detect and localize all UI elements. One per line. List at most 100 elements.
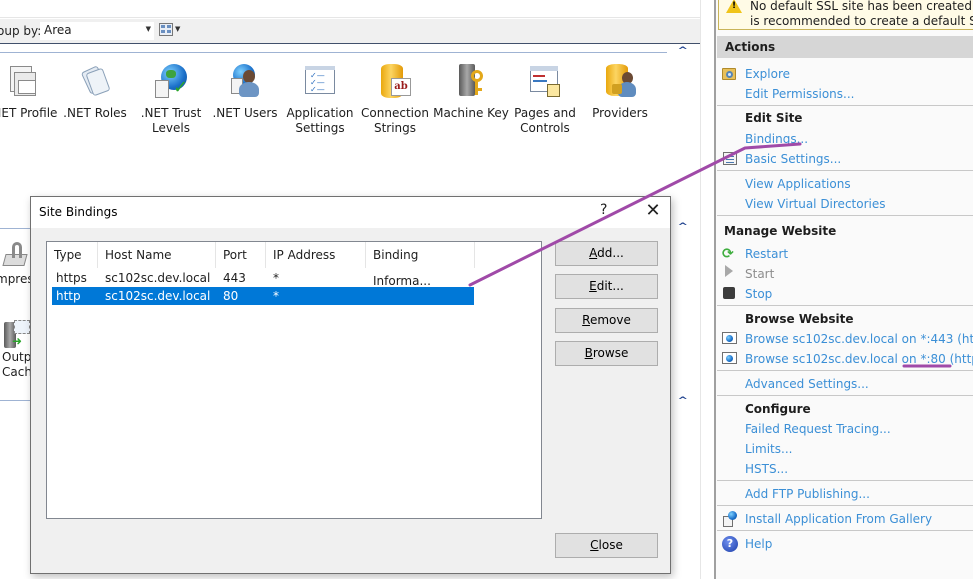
install-from-gallery-link[interactable]: Install Application From Gallery xyxy=(745,512,932,526)
limits-link[interactable]: Limits... xyxy=(745,442,792,456)
column-header-ip-address[interactable]: IP Address xyxy=(266,242,366,268)
section-divider xyxy=(717,170,973,171)
dialog-title: Site Bindings xyxy=(39,205,118,219)
column-header-host-name[interactable]: Host Name xyxy=(98,242,216,268)
edit-binding-button[interactable]: Edit... xyxy=(555,274,658,299)
start-icon xyxy=(725,265,733,277)
column-header-type[interactable]: Type xyxy=(47,242,98,268)
restart-icon: ⟳ xyxy=(722,246,734,262)
feature-application-settings[interactable]: ✓— ✓— ✓— Application Settings xyxy=(282,64,358,136)
basic-settings-link[interactable]: Basic Settings... xyxy=(745,152,841,166)
actions-pane: ! No default SSL site has been created. … xyxy=(715,0,973,579)
edit-permissions-link[interactable]: Edit Permissions... xyxy=(745,87,854,101)
net-users-icon xyxy=(227,64,263,100)
actions-header: Actions xyxy=(717,36,973,58)
pages-controls-icon xyxy=(527,64,563,100)
bindings-list[interactable]: Type Host Name Port IP Address Binding I… xyxy=(46,241,542,519)
dialog-titlebar[interactable]: Site Bindings ? ✕ xyxy=(31,197,670,228)
close-icon[interactable]: ✕ xyxy=(641,199,665,223)
stop-icon xyxy=(723,287,735,299)
column-header-port[interactable]: Port xyxy=(216,242,266,268)
help-icon: ? xyxy=(722,536,738,552)
binding-row[interactable]: https sc102sc.dev.local 443 * xyxy=(52,269,474,287)
net-profile-icon xyxy=(6,64,42,100)
failed-request-tracing-link[interactable]: Failed Request Tracing... xyxy=(745,422,891,436)
remove-binding-button[interactable]: Remove xyxy=(555,308,658,333)
column-header-binding-information[interactable]: Binding Informa... xyxy=(366,242,475,288)
section-divider xyxy=(717,370,973,371)
manage-website-heading: Manage Website xyxy=(724,224,837,238)
section-divider xyxy=(717,305,973,306)
edit-site-heading: Edit Site xyxy=(745,111,803,125)
group-by-label: oup by: xyxy=(0,24,42,38)
application-settings-icon: ✓— ✓— ✓— xyxy=(302,64,338,100)
pane-splitter[interactable] xyxy=(700,0,715,579)
stop-link[interactable]: Stop xyxy=(745,287,772,301)
advanced-settings-link[interactable]: Advanced Settings... xyxy=(745,377,869,391)
binding-host: sc102sc.dev.local xyxy=(105,271,211,285)
group-by-toolbar: oup by: Area ▼ ▼ xyxy=(0,19,700,44)
collapse-group-icon[interactable]: ^ xyxy=(677,396,688,406)
net-trust-levels-icon: ✓ xyxy=(153,64,189,100)
help-button[interactable]: ? xyxy=(600,202,607,218)
connection-strings-icon: ab xyxy=(377,64,413,100)
chevron-down-icon: ▼ xyxy=(145,25,151,33)
close-dialog-button[interactable]: Close xyxy=(555,533,658,558)
feature-net-profile[interactable]: .NET Profile xyxy=(0,64,62,121)
group-separator xyxy=(0,52,667,53)
machine-key-icon xyxy=(453,64,489,100)
basic-settings-icon xyxy=(722,151,738,167)
collapse-group-icon[interactable]: ^ xyxy=(677,46,688,56)
explore-link[interactable]: Explore xyxy=(745,67,790,81)
restart-link[interactable]: Restart xyxy=(745,247,788,261)
view-grid-icon xyxy=(159,23,173,36)
feature-providers[interactable]: Providers xyxy=(582,64,658,121)
configure-heading: Configure xyxy=(745,402,811,416)
section-divider xyxy=(717,480,973,481)
collapse-group-icon[interactable]: ^ xyxy=(677,222,688,232)
binding-type: https xyxy=(56,271,87,285)
browse-http-link[interactable]: Browse sc102sc.dev.local on *:80 (http) xyxy=(745,352,973,366)
binding-ip: * xyxy=(273,289,279,303)
view-mode-button[interactable]: ▼ xyxy=(158,22,182,39)
warning-icon: ! xyxy=(726,0,742,13)
binding-port: 80 xyxy=(223,289,239,303)
feature-net-trust-levels[interactable]: ✓ .NET Trust Levels xyxy=(133,64,209,136)
browse-globe-icon xyxy=(722,351,738,367)
feature-net-users[interactable]: .NET Users xyxy=(207,64,283,121)
feature-net-roles[interactable]: .NET Roles xyxy=(57,64,133,121)
browse-website-heading: Browse Website xyxy=(745,312,854,326)
browse-globe-icon xyxy=(722,331,738,347)
add-ftp-publishing-link[interactable]: Add FTP Publishing... xyxy=(745,487,870,501)
net-roles-icon xyxy=(77,64,113,100)
feature-compression[interactable]: mpres xyxy=(0,240,34,287)
section-divider xyxy=(717,215,973,216)
start-link[interactable]: Start xyxy=(745,267,774,281)
feature-pages-controls[interactable]: Pages and Controls xyxy=(507,64,583,136)
section-divider xyxy=(717,395,973,396)
chevron-down-icon: ▼ xyxy=(175,25,181,33)
actions-title: Actions xyxy=(725,40,776,54)
gallery-icon xyxy=(722,511,738,527)
output-caching-icon: ➜ xyxy=(2,318,32,350)
view-applications-link[interactable]: View Applications xyxy=(745,177,851,191)
group-by-select[interactable]: Area ▼ xyxy=(40,22,154,40)
feature-machine-key[interactable]: Machine Key xyxy=(433,64,509,121)
binding-row-selected[interactable]: http sc102sc.dev.local 80 * xyxy=(52,287,474,305)
binding-host: sc102sc.dev.local xyxy=(105,289,211,303)
group-by-value: Area xyxy=(44,23,72,37)
binding-port: 443 xyxy=(223,271,246,285)
bindings-link[interactable]: Bindings... xyxy=(745,132,808,146)
browse-https-link[interactable]: Browse sc102sc.dev.local on *:443 (https… xyxy=(745,332,973,346)
providers-icon xyxy=(602,64,638,100)
bindings-list-header: Type Host Name Port IP Address Binding I… xyxy=(47,242,541,288)
feature-connection-strings[interactable]: ab Connection Strings xyxy=(357,64,433,136)
browse-binding-button[interactable]: Browse xyxy=(555,341,658,366)
ssl-warning-banner: ! No default SSL site has been created. … xyxy=(718,0,973,30)
section-divider xyxy=(717,105,973,106)
hsts-link[interactable]: HSTS... xyxy=(745,462,788,476)
help-link[interactable]: Help xyxy=(745,537,772,551)
section-divider xyxy=(717,505,973,506)
view-virtual-directories-link[interactable]: View Virtual Directories xyxy=(745,197,886,211)
add-binding-button[interactable]: Add... xyxy=(555,241,658,266)
